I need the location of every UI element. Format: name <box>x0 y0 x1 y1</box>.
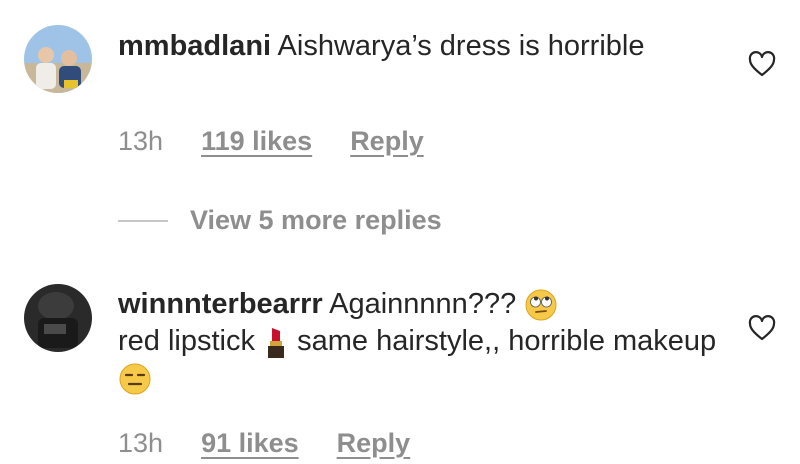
avatar-winnnterbearrr[interactable] <box>24 284 92 352</box>
comment-text: mmbadlani Aishwarya’s dress is horrible <box>118 28 718 65</box>
face-with-rolling-eyes-emoji <box>525 289 557 321</box>
reply-button[interactable]: Reply <box>337 428 411 459</box>
comment-body-part1: Againnnnn??? <box>322 288 525 320</box>
comment-timestamp: 13h <box>118 126 164 156</box>
comment-username[interactable]: winnnterbearrr <box>118 288 323 320</box>
comment-username[interactable]: mmbadlani <box>118 30 271 62</box>
likes-count-link[interactable]: 119 likes <box>201 126 312 157</box>
heart-outline-icon[interactable] <box>748 315 776 341</box>
comment-text: winnnterbearrr Againnnnn??? red lipstick… <box>118 286 738 397</box>
view-replies-label: View 5 more replies <box>190 205 442 235</box>
comment-body-part3: same hairstyle,, horrible makeup <box>289 325 717 357</box>
comment-body-part2: red lipstick <box>118 325 264 357</box>
heart-outline-icon[interactable] <box>748 51 776 77</box>
comment-body: Aishwarya’s dress is horrible <box>271 30 645 62</box>
avatar-mmbadlani[interactable] <box>24 25 92 93</box>
avatar-photo <box>24 284 92 352</box>
likes-count-link[interactable]: 91 likes <box>201 428 299 459</box>
comment-meta: 13h 91 likes Reply <box>118 428 410 459</box>
view-more-replies-button[interactable]: View 5 more replies <box>118 205 442 236</box>
reply-button[interactable]: Reply <box>350 126 424 157</box>
avatar-photo <box>24 25 92 93</box>
comment-meta: 13h 119 likes Reply <box>118 126 424 157</box>
lipstick-emoji <box>268 328 285 359</box>
comment-timestamp: 13h <box>118 428 164 458</box>
expressionless-face-emoji <box>119 363 151 395</box>
replies-divider-line <box>118 219 168 222</box>
